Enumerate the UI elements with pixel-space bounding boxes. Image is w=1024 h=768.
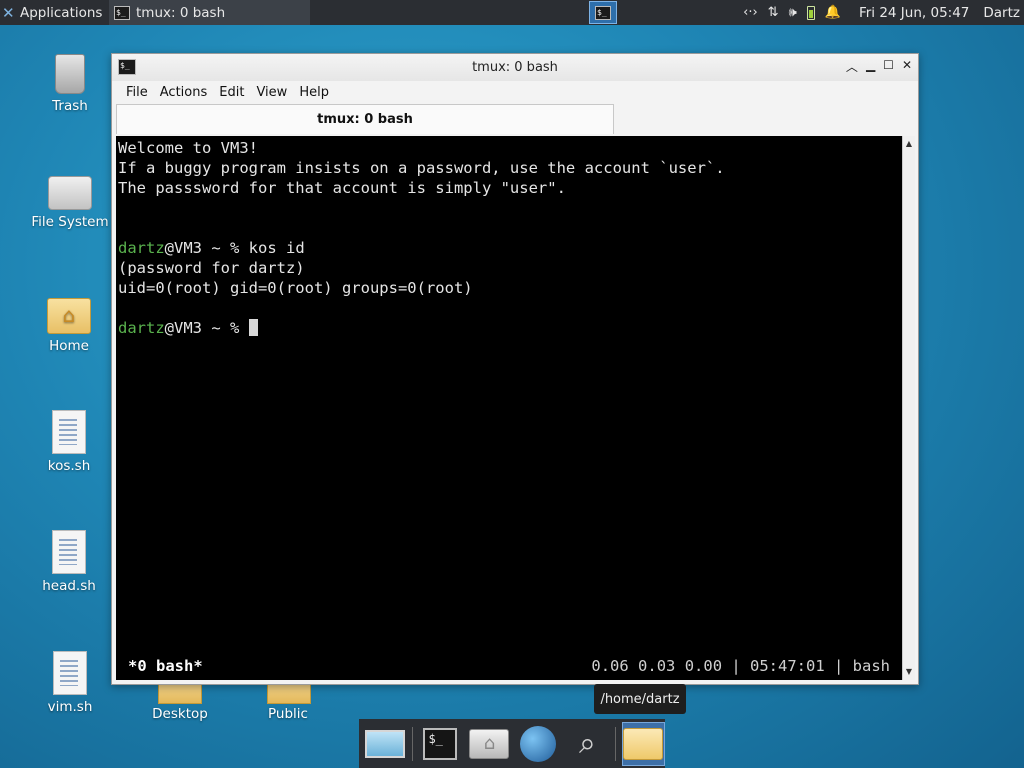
prompt-user: dartz [118,239,165,257]
terminal-icon: $_ [118,59,136,75]
home-folder-launcher[interactable]: ⌂ [468,722,511,766]
taskbar-button-terminal[interactable]: $_ tmux: 0 bash [109,0,310,25]
menu-file[interactable]: File [120,85,154,100]
script-file-icon [53,651,87,695]
desktop-icon-label: Home [49,338,89,354]
terminal-cursor [248,319,258,336]
public-folder-icon [267,684,311,704]
desktop-icon-label: Public [268,706,308,722]
desktop-icon-file-system[interactable]: File System [20,176,120,230]
scroll-up-arrow-icon[interactable]: ▲ [903,138,915,150]
terminal-scrollbar[interactable]: ▲ ▼ [902,136,915,680]
dock-separator [412,726,413,761]
top-panel: ✕ Applications $_ tmux: 0 bash $_ ‹·› ⇅ … [0,0,1024,25]
shade-button[interactable]: ︿ [846,58,858,75]
tmux-status-right: 0.06 0.03 0.00 | 05:47:01 | bash [591,657,890,675]
web-browser-launcher[interactable] [517,722,560,766]
prompt-user: dartz [118,319,165,337]
minimize-button[interactable]: ▁ [866,58,875,75]
desktop-icon-trash[interactable]: Trash [20,54,120,114]
terminal-command: kos id [248,239,305,257]
desktop-folder-icon [158,684,202,704]
script-file-icon [52,530,86,574]
desktop-icon-label: head.sh [42,578,96,594]
terminal-output[interactable]: Welcome to VM3! If a buggy program insist… [116,136,902,680]
terminal-prompt-line: dartz@VM3 ~ % [118,318,902,338]
desktop-icon-head-sh[interactable]: head.sh [19,530,119,594]
terminal-blank [118,218,902,238]
desktop-icon-home[interactable]: Home [19,298,119,354]
desktop-icon-kos-sh[interactable]: kos.sh [19,410,119,474]
menu-edit[interactable]: Edit [213,85,250,100]
file-manager-icon [623,727,664,760]
bottom-dock: $_ ⌂ ⌕ [359,719,665,768]
terminal-line: If a buggy program insists on a password… [118,159,725,177]
terminal-icon: $_ [114,5,130,20]
tab-bar: tmux: 0 bash [116,104,916,134]
hard-drive-icon [48,176,92,210]
file-manager-launcher[interactable] [621,721,665,766]
dock-separator [614,726,616,761]
window-titlebar[interactable]: $_ tmux: 0 bash ︿ ▁ ☐ ✕ [112,54,918,81]
menu-help[interactable]: Help [293,85,335,100]
terminal-blank [118,198,902,218]
close-button[interactable]: ✕ [902,58,912,75]
desktop-icon-label: Desktop [152,706,208,722]
applications-menu[interactable]: ✕ Applications [0,0,108,25]
tmux-status-bar: *0 bash* 0.06 0.03 0.00 | 05:47:01 | bas… [116,656,902,676]
dock-tooltip: /home/dartz [594,684,686,714]
trash-icon [55,54,85,94]
show-desktop-icon [364,729,405,758]
terminal-line: (password for dartz) [118,259,305,277]
tmux-window-list: *0 bash* [128,657,203,675]
terminal-line: uid=0(root) gid=0(root) groups=0(root) [118,279,473,297]
terminal-icon: $_ [423,727,458,760]
maximize-button[interactable]: ☐ [883,58,894,75]
desktop-icon-label: Trash [52,98,88,114]
menu-actions[interactable]: Actions [154,85,214,100]
tab-tmux-bash[interactable]: tmux: 0 bash [116,104,614,134]
desktop-icon-vim-sh[interactable]: vim.sh [20,651,120,715]
desktop-icon-label: vim.sh [47,699,93,715]
prompt-host: @VM3 ~ % [164,239,249,257]
workspace-switcher[interactable]: $_ [589,1,617,24]
menu-view[interactable]: View [250,85,293,100]
home-folder-icon [47,298,91,334]
desktop-icon-desktop[interactable]: Desktop [130,706,230,722]
home-folder-icon: ⌂ [469,728,510,759]
terminal-blank [118,298,902,318]
terminal-prompt-line: dartz@VM3 ~ % kos id [118,238,902,258]
network-arrows-icon[interactable]: ‹·› [743,5,758,20]
xfce-logo-icon: ✕ [2,3,15,22]
search-icon: ⌕ [579,725,596,761]
web-browser-icon [520,725,557,762]
terminal-window: $_ tmux: 0 bash ︿ ▁ ☐ ✕ File Actions Edi… [111,53,919,685]
scroll-down-arrow-icon[interactable]: ▼ [903,666,915,678]
system-tray: ‹·› ⇅ 🕪 🔔 Fri 24 Jun, 05:47 Dartz [743,0,1024,25]
show-desktop-button[interactable] [363,722,406,766]
applications-label: Applications [20,4,103,21]
terminal-icon: $_ [595,5,611,20]
transfer-icon[interactable]: ⇅ [768,5,779,20]
desktop-icon-label: File System [31,214,109,230]
desktop-icon-label: kos.sh [47,458,91,474]
script-file-icon [52,410,86,454]
battery-icon[interactable] [806,5,815,20]
prompt-host: @VM3 ~ % [164,319,249,337]
user-menu[interactable]: Dartz [983,5,1020,21]
clock[interactable]: Fri 24 Jun, 05:47 [859,5,969,21]
desktop-icon-public[interactable]: Public [238,706,338,722]
terminal-line: Welcome to VM3! [118,139,258,157]
terminal-launcher[interactable]: $_ [419,722,462,766]
menubar: File Actions Edit View Help [112,81,918,103]
terminal-line: The passsword for that account is simply… [118,179,566,197]
taskbar-title: tmux: 0 bash [136,4,226,21]
bell-icon[interactable]: 🔔 [825,5,841,20]
volume-icon[interactable]: 🕪 [789,5,797,20]
window-title: tmux: 0 bash [472,60,558,75]
search-launcher[interactable]: ⌕ [566,722,609,766]
